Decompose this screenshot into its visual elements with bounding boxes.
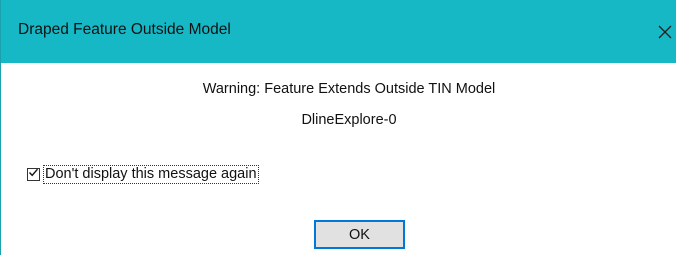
close-button[interactable]: [653, 10, 676, 54]
warning-message: Warning: Feature Extends Outside TIN Mod…: [202, 81, 496, 97]
dont-display-again-option[interactable]: Don't display this message again: [27, 164, 259, 184]
feature-name: DlineExplore-0: [301, 112, 397, 128]
ok-button[interactable]: OK: [314, 220, 405, 249]
window-title: Draped Feature Outside Model: [18, 21, 231, 38]
checkmark-icon: [28, 165, 39, 183]
dont-display-again-checkbox[interactable]: [27, 165, 40, 183]
title-bar[interactable]: Draped Feature Outside Model: [1, 0, 676, 63]
dont-display-again-label[interactable]: Don't display this message again: [43, 164, 259, 184]
close-icon: [658, 25, 672, 39]
dialog-window: Draped Feature Outside Model Warning: Fe…: [0, 0, 676, 255]
